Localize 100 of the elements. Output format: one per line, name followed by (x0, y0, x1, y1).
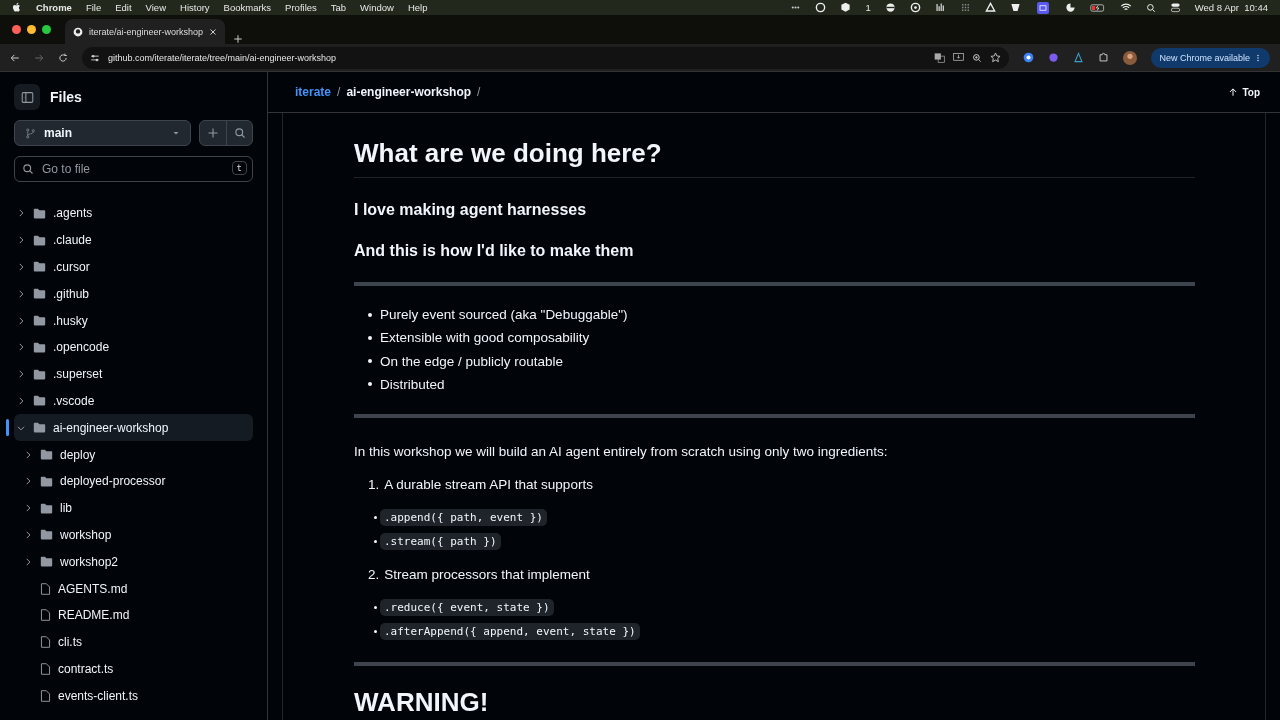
list-item: A durable stream API that supports (384, 476, 593, 492)
folder-icon (32, 233, 47, 247)
breadcrumb-link[interactable]: ai-engineer-workshop (346, 85, 472, 99)
back-arrow-icon (10, 52, 20, 63)
item-name: .vscode (53, 393, 95, 408)
bullet-icon (368, 335, 372, 340)
item-name: lib (60, 501, 72, 516)
chevron-right-icon (16, 315, 26, 326)
tree-item[interactable]: lib (14, 494, 253, 522)
item-name: .opencode (53, 340, 110, 355)
chevron-right-icon (23, 529, 33, 540)
bars-icon (934, 2, 946, 13)
list-item: Stream processors that implement (384, 566, 590, 582)
tree-item[interactable]: .superset (14, 360, 253, 388)
update-button[interactable]: New Chrome available (1151, 47, 1270, 68)
folder-icon (32, 394, 47, 408)
chevron-right-icon (23, 556, 33, 567)
menu-item[interactable]: History (180, 2, 210, 13)
minimize-window-button[interactable] (27, 25, 36, 34)
pie-icon (1064, 2, 1076, 13)
bullet-icon (374, 629, 377, 633)
chevron-right-icon (16, 369, 26, 380)
menu-item[interactable]: Window (360, 2, 394, 13)
forward-arrow-icon (34, 52, 44, 63)
tree-item[interactable]: .github (14, 280, 253, 308)
close-window-button[interactable] (12, 25, 21, 34)
bullet-icon (374, 515, 377, 519)
item-name: AGENTS.md (58, 581, 128, 596)
top-button[interactable]: Top (1222, 85, 1266, 99)
app-menu[interactable]: Chrome (36, 2, 72, 13)
menu-item[interactable]: Edit (115, 2, 132, 13)
close-icon (209, 27, 217, 36)
install-icon (953, 52, 965, 63)
tree-item[interactable]: .husky (14, 307, 253, 334)
breadcrumb-separator: / (477, 85, 481, 99)
circle-icon (1023, 52, 1035, 63)
bullet-icon (374, 539, 377, 543)
menu-item[interactable]: Bookmarks (223, 2, 272, 13)
subheading: And this is how I'd like to make them (354, 242, 635, 260)
caret-icon (172, 129, 180, 137)
grid-icon (959, 2, 971, 13)
paragraph: In this workshop we will build an AI agent entirely from scratch using only two ingredients: (354, 443, 889, 459)
tree-item[interactable]: .agents (14, 200, 253, 227)
item-name: workshop (60, 527, 112, 542)
file-icon (39, 661, 52, 676)
item-name: .github (53, 286, 90, 301)
item-name: .husky (53, 313, 88, 328)
tree-item[interactable]: .vscode (14, 387, 253, 415)
tree-item[interactable]: deploy (14, 441, 253, 468)
sidebar-toggle-button[interactable] (14, 84, 40, 110)
tree-item[interactable]: .opencode (14, 334, 253, 361)
folder-icon (32, 314, 47, 328)
item-name: workshop2 (60, 554, 119, 569)
search-icon (22, 163, 34, 175)
breadcrumb-link[interactable]: iterate (295, 85, 332, 99)
heading: What are we doing here? (354, 138, 1195, 178)
list-number: 1. (368, 476, 380, 492)
tree-item[interactable]: workshop (14, 521, 253, 549)
arrow-up-icon (1228, 87, 1239, 97)
folder-icon (32, 367, 47, 381)
menu-item[interactable]: View (145, 2, 166, 13)
tree-item[interactable]: cli.ts (14, 628, 253, 656)
item-name: contract.ts (58, 661, 114, 676)
sidebar-title: Files (50, 89, 82, 105)
tree-item[interactable]: events-client.ts (14, 682, 253, 710)
tree-item[interactable]: deployed-processor (14, 467, 253, 495)
badge-count: 1 (865, 2, 871, 13)
tree-item[interactable]: .cursor (14, 253, 253, 281)
chevron-right-icon (16, 235, 26, 246)
item-name: .claude (53, 233, 92, 248)
menu-item[interactable]: Help (407, 2, 428, 13)
windows-icon (1034, 1, 1051, 14)
item-name: ai-engineer-workshop (53, 420, 169, 435)
menu-item[interactable]: Profiles (285, 2, 317, 13)
maximize-window-button[interactable] (42, 25, 51, 34)
address-bar[interactable]: github.com/iterate/iterate/tree/main/ai-engineer-workshop (82, 46, 1010, 69)
tree-item[interactable]: README.md (14, 601, 253, 629)
folder-icon (39, 474, 54, 488)
tree-item[interactable]: contract.ts (14, 655, 253, 683)
folder-icon (32, 287, 47, 301)
chevron-right-icon (16, 288, 26, 299)
tree-item[interactable]: .claude (14, 226, 253, 254)
menu-item[interactable]: Tab (330, 2, 347, 13)
wifi-icon (1119, 2, 1132, 13)
branch-selector[interactable]: main (14, 120, 191, 146)
bullet-icon (368, 382, 372, 387)
chevron-right-icon (23, 449, 33, 460)
plus-icon (233, 34, 243, 44)
clock: Wed 8 Apr 10:44 (1194, 2, 1268, 13)
inline-code: .afterAppend({ append, event, state }) (380, 622, 640, 640)
list-item: Extensible with good composability (380, 330, 590, 346)
file-icon (39, 688, 52, 703)
translate-icon (934, 52, 946, 63)
tree-item[interactable]: AGENTS.md (14, 575, 253, 602)
browser-tab[interactable]: iterate/ai-engineer-workshop (65, 19, 225, 44)
folder-icon (32, 421, 47, 435)
menu-item[interactable]: File (85, 2, 102, 13)
tree-item[interactable]: workshop2 (14, 548, 253, 576)
item-name: .superset (53, 367, 103, 382)
avatar-icon (1123, 50, 1138, 65)
